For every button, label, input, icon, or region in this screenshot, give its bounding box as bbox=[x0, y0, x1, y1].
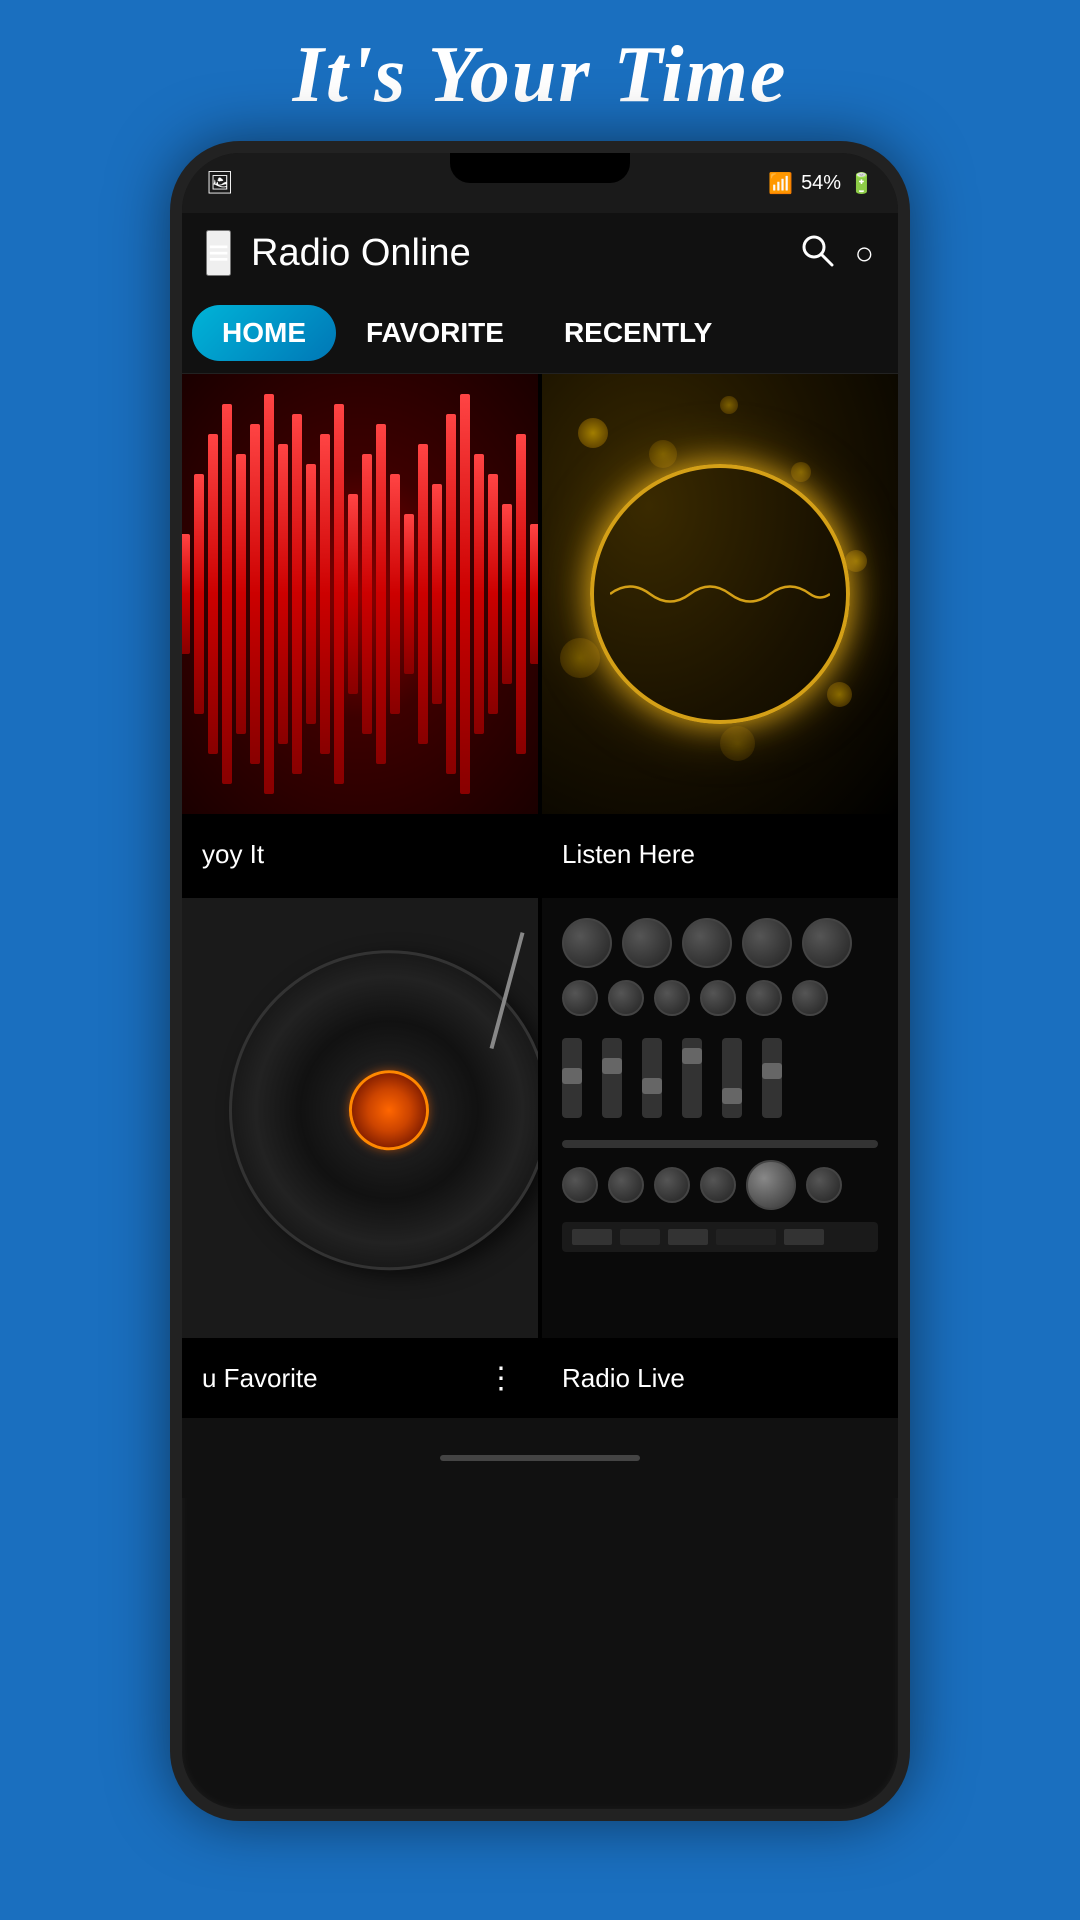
more-button[interactable]: ○ bbox=[855, 237, 874, 269]
red-bars-container bbox=[182, 374, 538, 814]
card3-label: u Favorite bbox=[202, 1363, 318, 1394]
volume-down-button[interactable] bbox=[170, 483, 180, 563]
search-button[interactable] bbox=[799, 232, 835, 274]
signal-icon: 📶 bbox=[768, 171, 793, 196]
app-title: Radio Online bbox=[251, 232, 471, 275]
card4-footer: Radio Live bbox=[542, 1338, 898, 1418]
tab-recent[interactable]: RECENTLY bbox=[534, 305, 742, 361]
battery-percent: 54% bbox=[801, 172, 841, 195]
power-button[interactable] bbox=[900, 453, 910, 533]
bottom-nav bbox=[182, 1418, 898, 1498]
content-grid: yoy It Listen bbox=[182, 374, 898, 1418]
status-left: 🖼 bbox=[206, 170, 234, 196]
tabs-row: HOME FAVORITE RECENTLY bbox=[182, 293, 898, 374]
card1-label: yoy It bbox=[202, 839, 264, 870]
status-bar: 🖼 📶 54% 🔋 bbox=[182, 153, 898, 213]
vinyl-record bbox=[193, 914, 538, 1306]
card-radio-live[interactable]: Radio Live bbox=[542, 898, 898, 1418]
app-header: ≡ Radio Online ○ bbox=[182, 213, 898, 293]
card1-footer: yoy It bbox=[182, 814, 538, 894]
volume-up-button[interactable] bbox=[170, 403, 180, 453]
battery-icon: 🔋 bbox=[849, 171, 874, 196]
silent-button[interactable] bbox=[170, 593, 180, 673]
card-listen-here[interactable]: Listen Here bbox=[542, 374, 898, 894]
card2-bg bbox=[542, 374, 898, 814]
card2-label: Listen Here bbox=[562, 839, 695, 870]
status-right: 📶 54% 🔋 bbox=[768, 171, 874, 196]
header-right: ○ bbox=[799, 232, 874, 274]
card3-more-dots[interactable]: ⋮ bbox=[486, 1361, 518, 1396]
tab-favorite[interactable]: FAVORITE bbox=[336, 305, 534, 361]
mixer-panel bbox=[542, 898, 898, 1338]
image-icon: 🖼 bbox=[206, 170, 234, 196]
notch-center bbox=[450, 153, 630, 183]
card3-bg bbox=[182, 898, 538, 1338]
header-left: ≡ Radio Online bbox=[206, 230, 471, 276]
card2-footer: Listen Here bbox=[542, 814, 898, 894]
gold-wave-svg bbox=[610, 574, 830, 614]
page-title-text: It's Your Time bbox=[0, 0, 1080, 141]
vinyl-center bbox=[340, 1061, 438, 1159]
home-indicator bbox=[440, 1455, 640, 1461]
card4-label: Radio Live bbox=[562, 1363, 685, 1394]
gold-circle bbox=[590, 464, 850, 724]
menu-button[interactable]: ≡ bbox=[206, 230, 231, 276]
card-enjoy-it[interactable]: yoy It bbox=[182, 374, 538, 894]
vinyl-arm bbox=[490, 932, 525, 1049]
card4-bg bbox=[542, 898, 898, 1338]
card1-bg bbox=[182, 374, 538, 814]
card-your-favorite[interactable]: u Favorite ⋮ bbox=[182, 898, 538, 1418]
tab-home[interactable]: HOME bbox=[192, 305, 336, 361]
phone-frame: 🖼 📶 54% 🔋 ≡ Radio Online ○ HOME FAVORITE bbox=[170, 141, 910, 1821]
card3-footer: u Favorite ⋮ bbox=[182, 1338, 538, 1418]
